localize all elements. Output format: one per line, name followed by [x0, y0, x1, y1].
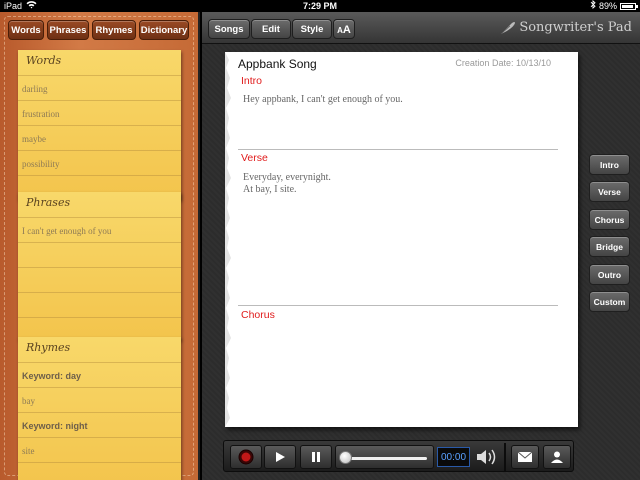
email-button[interactable] [511, 445, 539, 469]
pause-icon [312, 452, 320, 462]
contacts-button[interactable] [543, 445, 571, 469]
lyric-line: Hey appbank, I can't get enough of you. [243, 94, 403, 105]
verse-lyrics[interactable]: Everyday, everynight. At bay, I site. [243, 172, 331, 196]
play-icon [276, 452, 285, 462]
rhyme-item[interactable]: bay [22, 396, 35, 406]
slider-knob[interactable] [339, 451, 352, 464]
play-button[interactable] [264, 445, 296, 469]
note-line: possibility [18, 150, 181, 175]
font-large-label: A [342, 24, 351, 36]
rhymes-note-title: Rhymes [26, 341, 71, 354]
phrases-note[interactable]: Phrases I can't get enough of you [18, 192, 181, 340]
note-line: bay [18, 387, 181, 412]
app-brand: Songwriter's Pad [500, 20, 632, 35]
add-intro-button[interactable]: Intro [589, 154, 630, 175]
add-custom-button[interactable]: Custom [589, 291, 630, 312]
font-size-button[interactable]: AA [333, 19, 355, 39]
note-line: I can't get enough of you [18, 217, 181, 242]
note-line: Keyword: night [18, 412, 181, 437]
rhyme-keyword[interactable]: Keyword: day [22, 371, 81, 381]
time-display: 00:00 [437, 447, 470, 467]
top-toolbar: Songs Edit Style AA Songwriter's Pad [202, 12, 640, 44]
record-icon [238, 449, 254, 465]
songs-button[interactable]: Songs [208, 19, 250, 39]
player-divider [504, 443, 506, 471]
section-divider [238, 305, 558, 306]
lyric-line: At bay, I site. [243, 184, 297, 195]
rhyme-keyword[interactable]: Keyword: night [22, 421, 88, 431]
bluetooth-icon [590, 0, 596, 12]
phrase-item[interactable]: I can't get enough of you [22, 226, 111, 236]
note-line [18, 462, 181, 480]
record-button[interactable] [230, 445, 262, 469]
battery-fill [622, 4, 633, 8]
slider-track [344, 457, 427, 460]
note-line: frustration [18, 100, 181, 125]
tab-dictionary[interactable]: Dictionary [139, 20, 189, 40]
add-verse-button[interactable]: Verse [589, 181, 630, 202]
audio-player: 00:00 [223, 440, 574, 472]
section-label-intro[interactable]: Intro [241, 75, 262, 87]
section-divider [238, 149, 558, 150]
phrases-note-title: Phrases [26, 196, 71, 209]
lyrics-sheet[interactable]: Appbank Song Creation Date: 10/13/10 Int… [225, 52, 578, 427]
editor-panel: Songs Edit Style AA Songwriter's Pad App… [202, 12, 640, 480]
torn-edge [225, 52, 231, 427]
note-line: site [18, 437, 181, 462]
words-note-title: Words [26, 54, 62, 67]
add-chorus-button[interactable]: Chorus [589, 209, 630, 230]
brand-name: Songwriter's Pad [519, 20, 632, 35]
word-item[interactable]: possibility [22, 159, 60, 169]
note-line [18, 242, 181, 267]
intro-lyrics[interactable]: Hey appbank, I can't get enough of you. [243, 94, 403, 106]
quill-pen-icon [501, 21, 516, 34]
words-note[interactable]: Words darling frustration maybe possibil… [18, 50, 181, 200]
word-item[interactable]: frustration [22, 109, 60, 119]
add-outro-button[interactable]: Outro [589, 264, 630, 285]
tab-rhymes[interactable]: Rhymes [92, 20, 136, 40]
left-tabs: Words Phrases Rhymes Dictionary [8, 20, 189, 40]
tab-phrases[interactable]: Phrases [47, 20, 89, 40]
status-right: 89% [590, 0, 638, 12]
mail-icon [517, 451, 533, 462]
song-title[interactable]: Appbank Song [238, 57, 317, 71]
note-line: darling [18, 75, 181, 100]
volume-icon[interactable] [475, 447, 499, 467]
pause-button[interactable] [300, 445, 332, 469]
word-item[interactable]: darling [22, 84, 48, 94]
note-line: maybe [18, 125, 181, 150]
playback-slider[interactable] [335, 445, 434, 469]
left-panel: Words Phrases Rhymes Dictionary Words da… [0, 12, 200, 480]
battery-percent: 89% [598, 1, 617, 11]
clock: 7:29 PM [302, 1, 337, 11]
note-line [18, 292, 181, 317]
lyric-line: Everyday, everynight. [243, 172, 331, 183]
tab-words[interactable]: Words [8, 20, 44, 40]
person-icon [551, 451, 563, 463]
style-button[interactable]: Style [292, 19, 332, 39]
edit-button[interactable]: Edit [251, 19, 291, 39]
creation-date: Creation Date: 10/13/10 [455, 58, 551, 68]
section-label-verse[interactable]: Verse [241, 152, 268, 164]
word-item[interactable]: maybe [22, 134, 46, 144]
section-label-chorus[interactable]: Chorus [241, 309, 275, 321]
add-bridge-button[interactable]: Bridge [589, 236, 630, 257]
battery-icon [620, 2, 638, 10]
note-line [18, 267, 181, 292]
rhymes-note[interactable]: Rhymes Keyword: day bay Keyword: night s… [18, 337, 181, 480]
rhyme-item[interactable]: site [22, 446, 35, 456]
status-bar: iPad 7:29 PM 89% [0, 0, 640, 12]
note-line: Keyword: day [18, 362, 181, 387]
